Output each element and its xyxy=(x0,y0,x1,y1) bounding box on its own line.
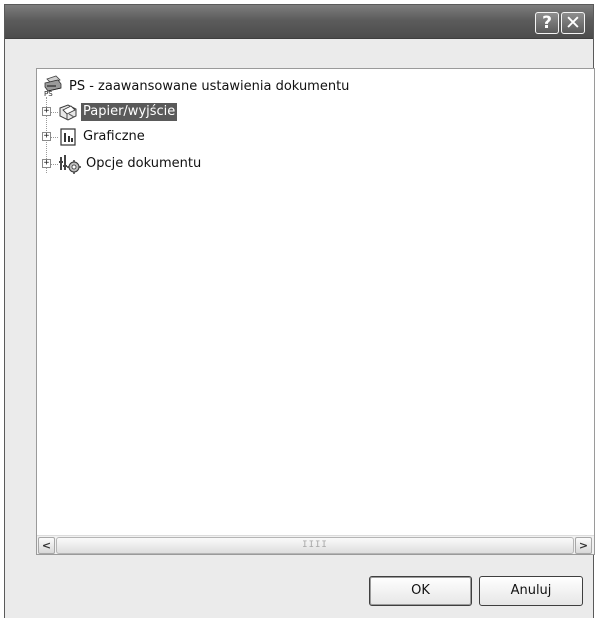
tree-item-label: Opcje dokumentu xyxy=(86,156,202,171)
tree-item-papier-wyjscie[interactable]: Papier/wyjście xyxy=(59,102,178,122)
close-button[interactable]: ✕ xyxy=(561,12,585,34)
printer-ps-icon: PS xyxy=(44,75,62,97)
dialog-window: ? ✕ PS PS - zaawansowane ustawienia doku… xyxy=(4,4,595,618)
scroll-left-button[interactable]: < xyxy=(38,537,55,554)
expand-toggle[interactable]: + xyxy=(42,107,51,116)
tree-root-node[interactable]: PS PS - zaawansowane ustawienia dokument… xyxy=(42,75,351,97)
scroll-right-button[interactable]: > xyxy=(575,537,592,554)
tree-item-label: Graficzne xyxy=(83,129,145,144)
tree-item-label: Papier/wyjście xyxy=(81,103,178,121)
scrollbar-thumb[interactable]: IIII xyxy=(56,537,574,554)
settings-tree-view[interactable]: PS PS - zaawansowane ustawienia dokument… xyxy=(36,68,595,555)
expand-toggle[interactable]: + xyxy=(42,132,51,141)
svg-text:PS: PS xyxy=(44,90,53,97)
tree-connector-line xyxy=(51,112,58,113)
tree-root-label: PS - zaawansowane ustawienia dokumentu xyxy=(69,79,350,94)
tree-connector-line xyxy=(51,164,58,165)
horizontal-scrollbar[interactable]: < IIII > xyxy=(37,535,594,554)
tree-connector-line xyxy=(51,137,58,138)
expand-toggle[interactable]: + xyxy=(42,159,51,168)
cancel-button[interactable]: Anuluj xyxy=(479,576,583,606)
ok-button[interactable]: OK xyxy=(369,576,472,606)
graphics-icon xyxy=(60,128,76,146)
paper-output-icon xyxy=(59,104,77,121)
tree-item-graficzne[interactable]: Graficzne xyxy=(59,127,147,147)
help-button[interactable]: ? xyxy=(535,12,559,34)
tree-item-opcje-dokumentu[interactable]: Opcje dokumentu xyxy=(59,154,203,174)
document-options-icon xyxy=(59,155,81,174)
title-bar[interactable]: ? ✕ xyxy=(5,5,593,39)
tree-content: PS PS - zaawansowane ustawienia dokument… xyxy=(37,69,594,535)
